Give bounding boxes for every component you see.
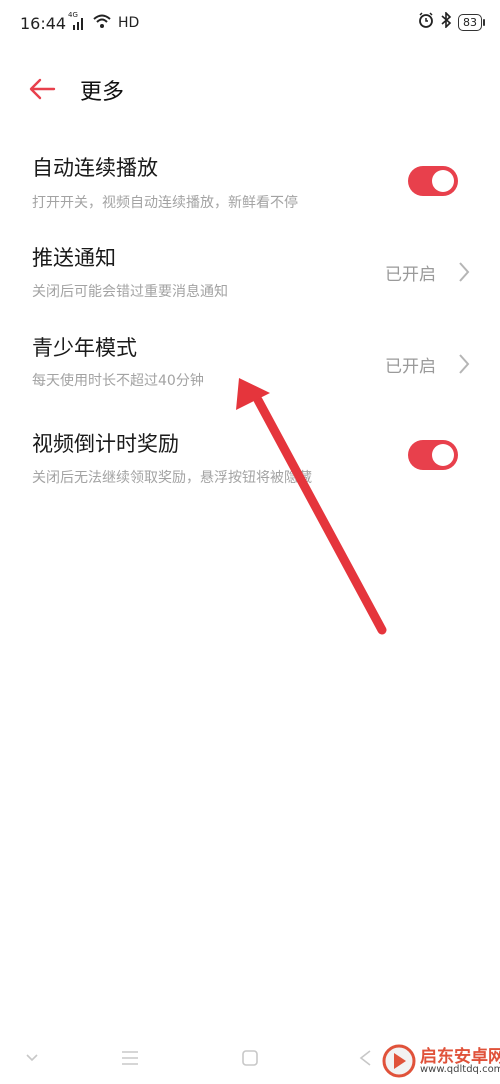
setting-title: 青少年模式 [32, 336, 137, 360]
watermark: 启东安卓网 www.qdltdq.com [382, 1040, 500, 1082]
setting-subtitle: 关闭后无法继续领取奖励，悬浮按钮将被隐藏 [32, 470, 312, 486]
setting-subtitle: 每天使用时长不超过40分钟 [32, 373, 204, 389]
back-nav-icon[interactable] [352, 1044, 380, 1072]
status-left-icons: 4G HD [68, 11, 140, 33]
chevron-right-icon [459, 354, 470, 374]
setting-title: 自动连续播放 [32, 156, 158, 180]
arrow-left-icon [29, 78, 56, 100]
bluetooth-icon [440, 11, 452, 32]
chevron-down-icon[interactable] [18, 1044, 46, 1072]
status-bar: 16:44 4G HD 83 [0, 0, 500, 50]
page-title: 更多 [80, 80, 125, 105]
setting-push-notifications[interactable]: 推送通知 关闭后可能会错过重要消息通知 已开启 [0, 234, 500, 310]
back-button[interactable] [26, 74, 58, 104]
chevron-right-icon [459, 262, 470, 282]
autoplay-toggle[interactable] [408, 166, 458, 196]
top-navigation: 更多 [0, 62, 500, 116]
setting-countdown-reward: 视频倒计时奖励 关闭后无法继续领取奖励，悬浮按钮将被隐藏 [0, 420, 500, 496]
network-type: 4G [68, 11, 78, 19]
setting-status: 已开启 [385, 357, 436, 377]
status-right-icons: 83 [418, 11, 485, 32]
menu-icon[interactable] [116, 1044, 144, 1072]
status-time: 16:44 [20, 14, 67, 33]
toggle-knob [432, 444, 454, 466]
wifi-icon [92, 13, 112, 33]
toggle-knob [432, 170, 454, 192]
setting-subtitle: 关闭后可能会错过重要消息通知 [32, 284, 228, 300]
setting-title: 视频倒计时奖励 [32, 432, 179, 456]
watermark-url: www.qdltdq.com [420, 1064, 500, 1075]
alarm-icon [418, 12, 434, 32]
home-icon[interactable] [236, 1044, 264, 1072]
countdown-reward-toggle[interactable] [408, 440, 458, 470]
setting-title: 推送通知 [32, 246, 116, 270]
setting-subtitle: 打开开关，视频自动连续播放，新鲜看不停 [32, 195, 298, 211]
battery-indicator: 83 [458, 13, 485, 31]
setting-autoplay: 自动连续播放 打开开关，视频自动连续播放，新鲜看不停 [0, 144, 500, 220]
signal-icon: 4G [68, 11, 86, 31]
setting-teen-mode[interactable]: 青少年模式 每天使用时长不超过40分钟 已开启 [0, 324, 500, 400]
setting-status: 已开启 [385, 265, 436, 285]
hd-indicator: HD [118, 15, 140, 31]
watermark-logo-icon [382, 1044, 416, 1078]
